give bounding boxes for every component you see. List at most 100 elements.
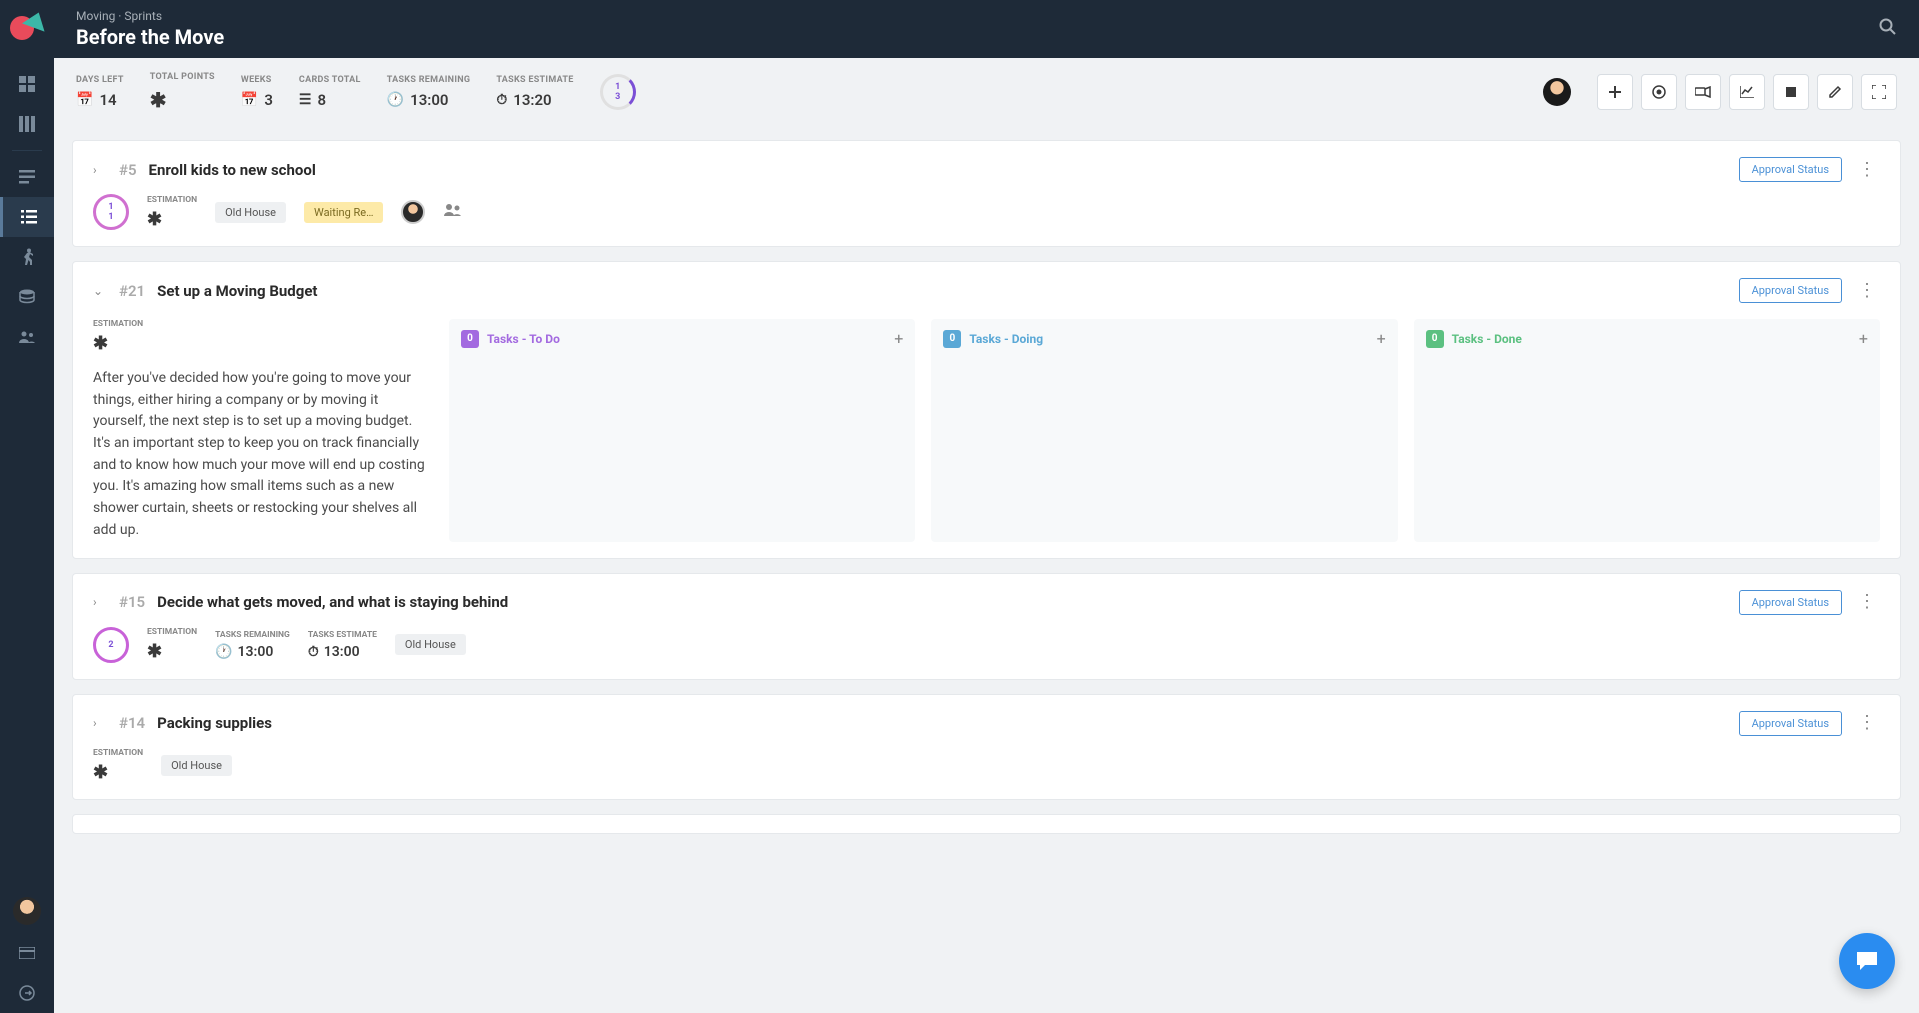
page-title: Before the Move xyxy=(76,25,224,49)
calendar-icon: 📅 xyxy=(76,92,93,108)
nav-team[interactable] xyxy=(0,317,54,357)
stat-cards-total-label: CARDS TOTAL xyxy=(299,75,361,85)
substat-label: ESTIMATION xyxy=(147,195,197,205)
substat-label: TASKS REMAINING xyxy=(215,630,290,640)
topbar: Moving · Sprints Before the Move xyxy=(54,0,1919,58)
nav-run[interactable] xyxy=(0,237,54,277)
stat-tasks-estimate-value: ⏱13:20 xyxy=(496,91,573,109)
expand-chevron-icon[interactable]: › xyxy=(93,595,107,609)
card: › #15 Decide what gets moved, and what i… xyxy=(72,573,1901,680)
stat-weeks-value: 📅3 xyxy=(241,91,273,109)
approval-status-button[interactable]: Approval Status xyxy=(1739,157,1842,182)
substat-value: ✱ xyxy=(147,209,197,230)
card: › #5 Enroll kids to new school Approval … xyxy=(72,140,1901,247)
stat-weeks-label: WEEKS xyxy=(241,75,273,85)
link-button[interactable] xyxy=(1685,74,1721,110)
card-id: #5 xyxy=(119,161,137,179)
people-icon[interactable] xyxy=(443,203,463,221)
clock-icon: 🕐 xyxy=(387,92,404,108)
card-peek xyxy=(72,814,1901,834)
calendar-icon: 📅 xyxy=(241,92,258,108)
expand-chevron-icon[interactable]: › xyxy=(93,163,107,177)
sidebar-separator xyxy=(12,150,42,151)
tag[interactable]: Old House xyxy=(215,202,286,223)
tag[interactable]: Waiting Re… xyxy=(304,202,383,223)
breadcrumb[interactable]: Moving · Sprints xyxy=(76,9,224,23)
nav-dashboard[interactable] xyxy=(0,64,54,104)
card-title[interactable]: Packing supplies xyxy=(157,714,272,732)
clock-icon: 🕐 xyxy=(215,644,232,660)
kanban-column: 0 Tasks - To Do + xyxy=(449,319,915,542)
stat-tasks-remaining-value: 🕐13:00 xyxy=(387,91,471,109)
assignee-avatar[interactable] xyxy=(1543,78,1571,106)
content-area: › #5 Enroll kids to new school Approval … xyxy=(54,126,1919,1013)
column-count: 0 xyxy=(943,330,961,348)
expand-chevron-icon[interactable]: ⌄ xyxy=(93,284,107,298)
assignee-avatar[interactable] xyxy=(401,200,425,224)
more-icon[interactable]: ⋮ xyxy=(1854,161,1880,179)
nav-exit[interactable] xyxy=(0,973,54,1013)
more-icon[interactable]: ⋮ xyxy=(1854,593,1880,611)
substat-label: ESTIMATION xyxy=(147,627,197,637)
clock-outline-icon: ⏱ xyxy=(308,644,319,660)
add-button[interactable] xyxy=(1597,74,1633,110)
card: ⌄ #21 Set up a Moving Budget Approval St… xyxy=(72,261,1901,559)
more-icon[interactable]: ⋮ xyxy=(1854,282,1880,300)
stat-tasks-remaining-label: TASKS REMAINING xyxy=(387,75,471,85)
nav-columns[interactable] xyxy=(0,104,54,144)
add-task-icon[interactable]: + xyxy=(894,329,903,348)
stat-days-left-label: DAYS LEFT xyxy=(76,75,124,85)
progress-ring: 1 3 xyxy=(600,74,636,110)
nav-list[interactable] xyxy=(0,197,54,237)
card-ring: 2 xyxy=(93,627,129,663)
stat-cards-total-value: ☰8 xyxy=(299,91,361,109)
toolbar-actions xyxy=(1597,74,1897,110)
substat-label: ESTIMATION xyxy=(93,748,143,758)
approval-status-button[interactable]: Approval Status xyxy=(1739,711,1842,736)
sidebar xyxy=(0,0,54,1013)
expand-chevron-icon[interactable]: › xyxy=(93,716,107,730)
add-task-icon[interactable]: + xyxy=(1859,329,1868,348)
kanban-column: 0 Tasks - Doing + xyxy=(931,319,1397,542)
approval-status-button[interactable]: Approval Status xyxy=(1739,590,1842,615)
more-icon[interactable]: ⋮ xyxy=(1854,714,1880,732)
logo xyxy=(8,8,46,46)
kanban-column: 0 Tasks - Done + xyxy=(1414,319,1880,542)
column-title: Tasks - Doing xyxy=(969,332,1043,346)
column-count: 0 xyxy=(461,330,479,348)
target-button[interactable] xyxy=(1641,74,1677,110)
user-avatar[interactable] xyxy=(13,897,41,925)
stat-tasks-estimate-label: TASKS ESTIMATE xyxy=(496,75,573,85)
stat-total-points-label: TOTAL POINTS xyxy=(150,72,215,82)
column-title: Tasks - Done xyxy=(1452,332,1522,346)
nav-storage[interactable] xyxy=(0,277,54,317)
tag[interactable]: Old House xyxy=(395,634,466,655)
substat-label: TASKS ESTIMATE xyxy=(308,630,377,640)
card-id: #21 xyxy=(119,282,145,300)
card-id: #15 xyxy=(119,593,145,611)
stop-button[interactable] xyxy=(1773,74,1809,110)
card-ring: 11 xyxy=(93,194,129,230)
approval-status-button[interactable]: Approval Status xyxy=(1739,278,1842,303)
card-description: After you've decided how you're going to… xyxy=(93,368,433,542)
card-title[interactable]: Set up a Moving Budget xyxy=(157,282,317,300)
tag[interactable]: Old House xyxy=(161,755,232,776)
substat-value: 🕐 13:00 xyxy=(215,644,290,660)
fullscreen-button[interactable] xyxy=(1861,74,1897,110)
edit-button[interactable] xyxy=(1817,74,1853,110)
card-id: #14 xyxy=(119,714,145,732)
substat-value: ✱ xyxy=(93,333,143,354)
nav-card[interactable] xyxy=(0,933,54,973)
list-icon: ☰ xyxy=(299,92,312,108)
chat-fab[interactable] xyxy=(1839,933,1895,989)
card-title[interactable]: Enroll kids to new school xyxy=(149,161,316,179)
column-count: 0 xyxy=(1426,330,1444,348)
column-title: Tasks - To Do xyxy=(487,332,560,346)
chart-button[interactable] xyxy=(1729,74,1765,110)
card-title[interactable]: Decide what gets moved, and what is stay… xyxy=(157,593,508,611)
substat-value: ✱ xyxy=(147,641,197,662)
nav-bars[interactable] xyxy=(0,157,54,197)
clock-outline-icon: ⏱ xyxy=(496,92,507,108)
search-icon[interactable] xyxy=(1879,18,1897,41)
add-task-icon[interactable]: + xyxy=(1377,329,1386,348)
